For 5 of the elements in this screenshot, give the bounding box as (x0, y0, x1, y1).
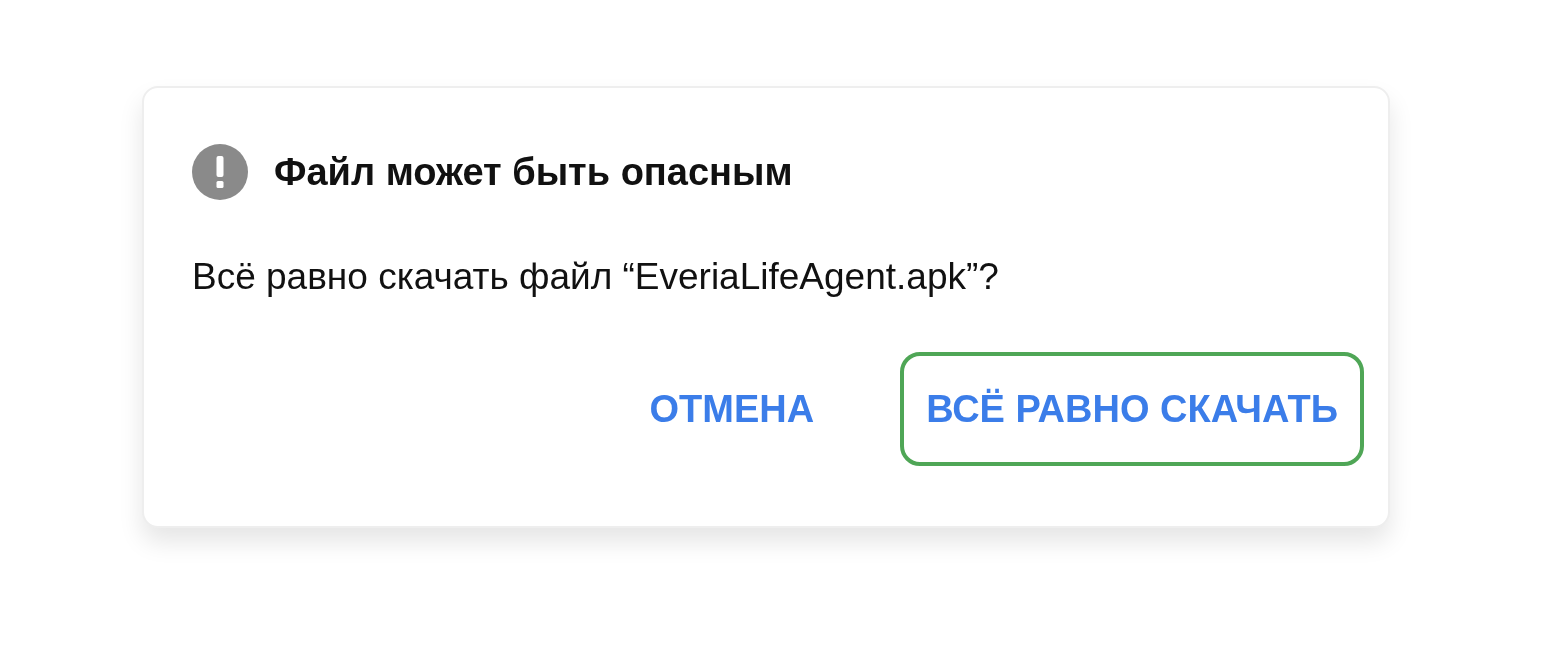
cancel-button[interactable]: ОТМЕНА (623, 352, 841, 466)
dialog-title: Файл может быть опасным (274, 150, 793, 194)
dialog-message: Всё равно скачать файл “EveriaLifeAgent.apk”? (192, 256, 1000, 298)
download-button[interactable]: ВСЁ РАВНО СКАЧАТЬ (900, 352, 1364, 466)
warning-icon (192, 144, 248, 200)
